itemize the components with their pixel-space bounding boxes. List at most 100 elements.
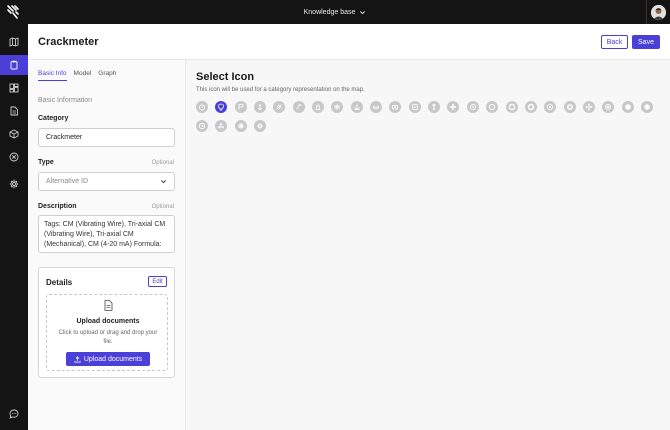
ring-icon-3-glyph: [527, 103, 535, 111]
pipe-icon-glyph: [296, 104, 302, 110]
pressure-icon[interactable]: [331, 101, 344, 113]
category-value: Crackmeter: [46, 134, 83, 141]
close-circle-icon: [9, 152, 19, 162]
flag-icon[interactable]: [234, 101, 247, 113]
plate-icon[interactable]: [408, 101, 421, 113]
details-title: Details: [46, 278, 73, 287]
ring-icon-2[interactable]: [505, 101, 518, 113]
gear-icon[interactable]: [234, 120, 247, 133]
sidebar: [0, 24, 28, 430]
gauge-icon[interactable]: [196, 101, 208, 113]
workspace-label[interactable]: Knowledge base: [304, 9, 356, 16]
avatar[interactable]: [651, 4, 666, 20]
ring-icon-3[interactable]: [524, 101, 537, 113]
anchor-alt-icon[interactable]: [350, 101, 363, 113]
form-panel: Basic Info Model Graph Basic Information…: [28, 60, 186, 430]
tilt-icon[interactable]: [447, 101, 460, 113]
camera-icon-glyph: [392, 105, 399, 110]
plate-icon-glyph: [411, 104, 418, 110]
pressure-icon-glyph: [335, 104, 340, 110]
clock-icon[interactable]: [196, 120, 208, 133]
file-icon: [104, 300, 113, 311]
upload-icon: [74, 355, 81, 363]
ring-icon-4[interactable]: [544, 101, 557, 113]
tab-graph[interactable]: Graph: [98, 70, 116, 81]
type-placeholder: Alternative ID: [46, 178, 89, 185]
back-button[interactable]: Back: [601, 35, 628, 49]
chevron-down-icon: [360, 10, 366, 14]
flag-icon-glyph: [238, 104, 244, 110]
upload-dropzone[interactable]: Upload documents Click to upload or drag…: [46, 294, 168, 371]
description-optional: Optional: [151, 204, 174, 210]
details-card: Details Edit Upload documents Click to u…: [38, 267, 175, 378]
satellite-icon[interactable]: [273, 101, 286, 113]
type-label: Type: [38, 159, 54, 166]
record-icon[interactable]: [602, 101, 615, 113]
clipboard-icon: [10, 60, 18, 70]
clock-icon-glyph: [198, 123, 206, 130]
document-icon: [10, 106, 18, 116]
sidebar-item-models[interactable]: [0, 124, 28, 144]
move-icon[interactable]: [582, 101, 595, 113]
icon-picker-title: Select Icon: [196, 71, 255, 83]
user-menu[interactable]: [646, 0, 670, 24]
ring-icon-2-glyph: [508, 103, 515, 111]
category-field[interactable]: Crackmeter: [38, 128, 175, 147]
ring-icon-glyph: [489, 103, 496, 111]
crosshair-icon-glyph: [469, 103, 476, 111]
level-icon[interactable]: [312, 101, 325, 113]
record-icon-glyph: [605, 104, 612, 110]
thermometer-icon-glyph: [432, 104, 437, 110]
target-icon[interactable]: [563, 101, 576, 113]
type-select[interactable]: Alternative ID: [38, 172, 175, 191]
ring-icon-4-glyph: [547, 104, 554, 110]
edit-button[interactable]: Edit: [148, 276, 167, 287]
ring-icon[interactable]: [486, 101, 499, 113]
sidebar-item-settings[interactable]: [0, 174, 28, 194]
sidebar-item-dashboard[interactable]: [0, 78, 28, 98]
pipe-icon[interactable]: [292, 101, 305, 113]
diamond-icon[interactable]: [254, 120, 267, 133]
tab-basic-info[interactable]: Basic Info: [38, 70, 67, 81]
camera-icon[interactable]: [389, 101, 402, 113]
tab-model[interactable]: Model: [74, 70, 92, 81]
icon-picker-subtitle: This icon will be used for a category re…: [196, 87, 365, 93]
sidebar-item-map[interactable]: [0, 32, 28, 52]
icon-grid: [196, 101, 661, 133]
lightbulb-icon-glyph: [218, 103, 225, 111]
section-label: Basic Information: [38, 97, 93, 104]
wave-icon-glyph: [372, 105, 380, 110]
lightbulb-icon[interactable]: [215, 101, 228, 113]
chat-icon[interactable]: [9, 409, 19, 419]
thermometer-icon[interactable]: [428, 101, 441, 113]
sidebar-item-knowledge-base[interactable]: [0, 55, 28, 75]
anchor-icon-glyph: [257, 104, 263, 110]
page-title: Crackmeter: [38, 36, 99, 48]
map-icon: [9, 37, 19, 47]
gauge-icon-glyph: [199, 104, 205, 111]
hexagon-icon[interactable]: [640, 101, 653, 113]
wave-icon[interactable]: [370, 101, 383, 113]
form-tabs: Basic Info Model Graph: [38, 70, 116, 81]
cube-icon: [9, 129, 19, 139]
top-bar: Knowledge base: [0, 0, 670, 24]
anchor-icon[interactable]: [254, 101, 267, 113]
workspace-selector[interactable]: Knowledge base: [0, 0, 670, 24]
chevron-down-icon: [160, 180, 167, 184]
cluster-icon[interactable]: [215, 120, 228, 133]
upload-documents-button[interactable]: Upload documents: [66, 352, 150, 366]
upload-help: Click to upload or drag and drop your fi…: [58, 330, 158, 345]
sidebar-item-documents[interactable]: [0, 101, 28, 121]
dot-icon[interactable]: [621, 101, 634, 113]
description-field[interactable]: Tags: CM (Vibrating Wire), Tri-axial CM …: [38, 215, 175, 253]
page-header: Crackmeter Back Save: [28, 24, 670, 60]
tilt-icon-glyph: [450, 104, 457, 110]
anchor-alt-icon-glyph: [353, 104, 360, 110]
crosshair-icon[interactable]: [466, 101, 479, 113]
satellite-icon-glyph: [276, 104, 283, 110]
category-label: Category: [38, 115, 69, 122]
level-icon-glyph: [315, 104, 321, 110]
save-button[interactable]: Save: [632, 35, 660, 49]
sidebar-item-alerts[interactable]: [0, 147, 28, 167]
diamond-icon-glyph: [257, 123, 264, 130]
